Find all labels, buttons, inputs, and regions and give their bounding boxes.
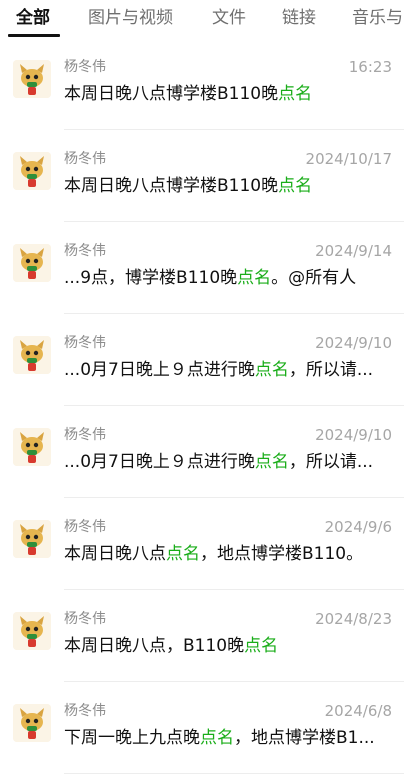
sender-name: 杨冬伟 [64, 59, 106, 75]
snippet-keyword-highlight: 点名 [254, 452, 289, 472]
message-snippet: 本周日晚八点博学楼B110晚点名 [64, 174, 394, 198]
snippet-keyword-highlight: 点名 [254, 360, 289, 380]
snippet-text-after: ，所以请... [288, 452, 374, 472]
filter-tab-bar: 全部 图片与视频 文件 链接 音乐与 [0, 0, 404, 38]
message-snippet: ...0月7日晚上９点进行晚点名，所以请... [64, 450, 394, 474]
message-date: 2024/9/6 [324, 518, 392, 536]
sender-avatar[interactable] [13, 152, 51, 190]
message-snippet: 下周一晚上九点晚点名，地点博学楼B1... [64, 726, 394, 750]
snippet-text-before: 本周日晚八点博学楼B110晚 [64, 84, 279, 104]
sender-name: 杨冬伟 [64, 151, 106, 167]
snippet-text-after: ，所以请... [288, 360, 374, 380]
snippet-text-after: ，地点博学楼B110。 [200, 544, 364, 564]
snippet-keyword-highlight: 点名 [237, 268, 272, 288]
tab-music[interactable]: 音乐与 [352, 6, 403, 30]
snippet-text-after: ，地点博学楼B1... [234, 728, 375, 748]
message-date: 2024/9/10 [315, 334, 392, 352]
snippet-text-before: 本周日晚八点博学楼B110晚 [64, 176, 279, 196]
result-row[interactable]: 杨冬伟 2024/9/6 本周日晚八点点名，地点博学楼B110。 [0, 498, 404, 590]
sender-avatar[interactable] [13, 612, 51, 650]
message-snippet: 本周日晚八点博学楼B110晚点名 [64, 82, 394, 106]
snippet-text-after: 。@所有人 [271, 268, 357, 288]
sender-avatar[interactable] [13, 336, 51, 374]
snippet-text-before: ...9点，博学楼B110晚 [64, 268, 238, 288]
result-row[interactable]: 杨冬伟 2024/9/10 ...0月7日晚上９点进行晚点名，所以请... [0, 406, 404, 498]
result-row[interactable]: 杨冬伟 16:23 本周日晚八点博学楼B110晚点名 [0, 38, 404, 130]
result-row[interactable]: 杨冬伟 2024/10/17 本周日晚八点博学楼B110晚点名 [0, 130, 404, 222]
snippet-text-before: 本周日晚八点，B110晚 [64, 636, 245, 656]
message-date: 2024/9/10 [315, 426, 392, 444]
tab-images-videos[interactable]: 图片与视频 [88, 6, 173, 30]
message-date: 2024/8/23 [315, 610, 392, 628]
message-snippet: ...9点，博学楼B110晚点名。@所有人 [64, 266, 394, 290]
sender-avatar[interactable] [13, 244, 51, 282]
result-row[interactable]: 杨冬伟 2024/8/23 本周日晚八点，B110晚点名 [0, 590, 404, 682]
sender-avatar[interactable] [13, 60, 51, 98]
sender-name: 杨冬伟 [64, 611, 106, 627]
sender-avatar[interactable] [13, 704, 51, 742]
snippet-text-before: ...0月7日晚上９点进行晚 [64, 452, 255, 472]
snippet-text-before: ...0月7日晚上９点进行晚 [64, 360, 255, 380]
snippet-text-before: 下周一晚上九点晚 [64, 728, 200, 748]
sender-name: 杨冬伟 [64, 427, 106, 443]
snippet-keyword-highlight: 点名 [166, 544, 200, 564]
message-date: 16:23 [348, 58, 392, 76]
sender-name: 杨冬伟 [64, 243, 106, 259]
message-snippet: 本周日晚八点，B110晚点名 [64, 634, 394, 658]
result-row[interactable]: 杨冬伟 2024/9/10 ...0月7日晚上９点进行晚点名，所以请... [0, 314, 404, 406]
tab-files[interactable]: 文件 [212, 6, 246, 30]
sender-name: 杨冬伟 [64, 519, 106, 535]
tab-links[interactable]: 链接 [282, 6, 316, 30]
message-snippet: 本周日晚八点点名，地点博学楼B110。 [64, 542, 394, 566]
sender-name: 杨冬伟 [64, 703, 106, 719]
snippet-text-before: 本周日晚八点 [64, 544, 166, 564]
snippet-keyword-highlight: 点名 [200, 728, 234, 748]
sender-avatar[interactable] [13, 520, 51, 558]
message-date: 2024/6/8 [324, 702, 392, 720]
message-date: 2024/10/17 [305, 150, 392, 168]
message-date: 2024/9/14 [315, 242, 392, 260]
snippet-keyword-highlight: 点名 [244, 636, 279, 656]
snippet-keyword-highlight: 点名 [278, 176, 313, 196]
snippet-keyword-highlight: 点名 [278, 84, 313, 104]
sender-name: 杨冬伟 [64, 335, 106, 351]
result-row[interactable]: 杨冬伟 2024/6/8 下周一晚上九点晚点名，地点博学楼B1... [0, 682, 404, 774]
result-row[interactable]: 杨冬伟 2024/9/14 ...9点，博学楼B110晚点名。@所有人 [0, 222, 404, 314]
active-tab-indicator [8, 34, 60, 37]
tab-all[interactable]: 全部 [16, 6, 50, 30]
sender-avatar[interactable] [13, 428, 51, 466]
message-snippet: ...0月7日晚上９点进行晚点名，所以请... [64, 358, 394, 382]
